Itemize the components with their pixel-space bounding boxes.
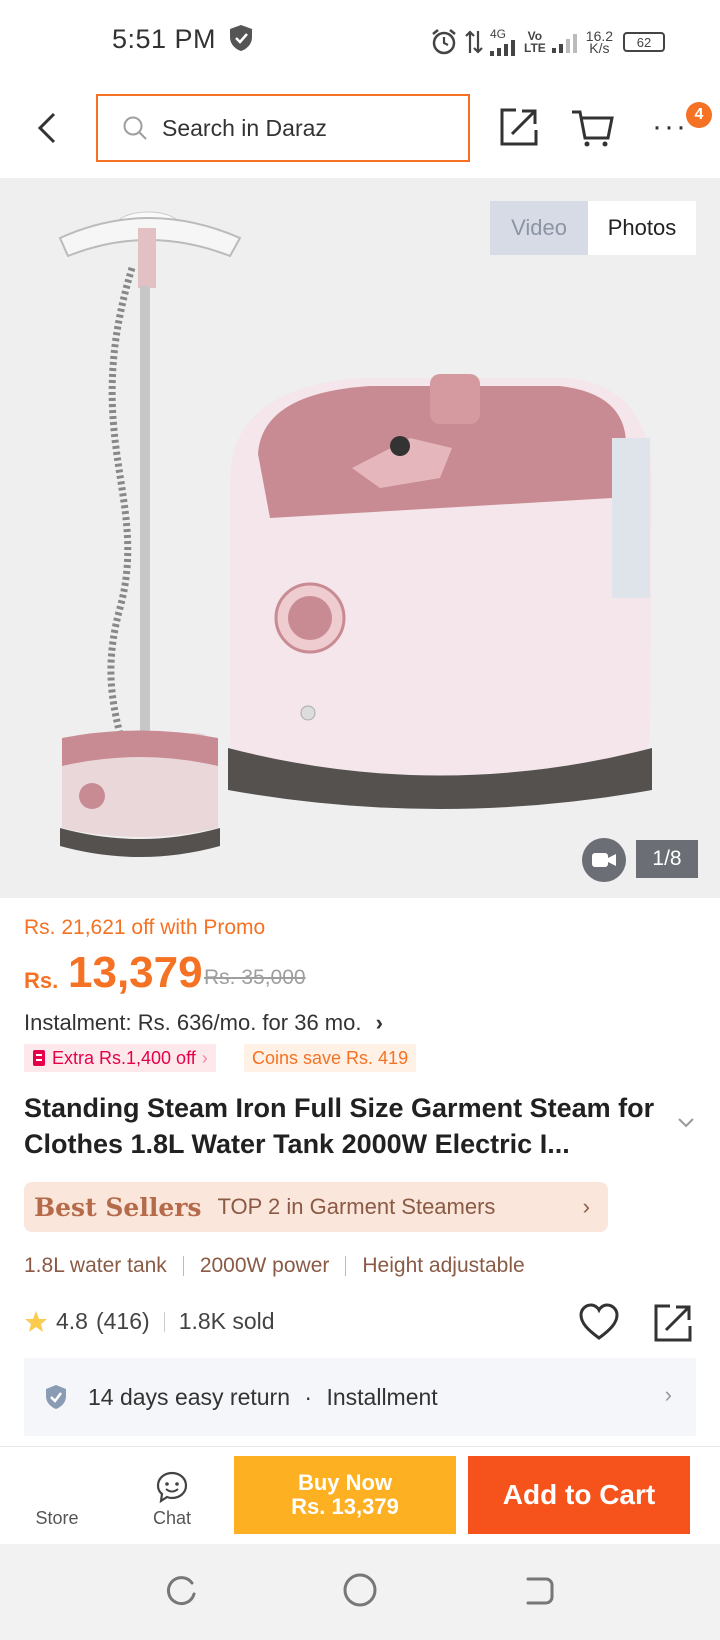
buy-now-price: Rs. 13,379 — [291, 1494, 399, 1519]
tab-photos[interactable]: Photos — [588, 201, 696, 255]
chat-icon — [156, 1471, 188, 1504]
search-box[interactable]: Search in Daraz — [96, 94, 470, 162]
image-counter: 1/8 — [636, 840, 698, 878]
video-camera-icon — [592, 853, 616, 867]
current-price: 13,379 — [68, 948, 203, 997]
buy-now-button[interactable]: Buy Now Rs. 13,379 — [234, 1456, 456, 1534]
network-speed: 16.2 K/s — [586, 29, 613, 56]
store-button[interactable]: Store — [24, 1508, 90, 1529]
back-arrow-icon[interactable] — [30, 110, 66, 146]
returns-text: 14 days easy return — [88, 1383, 291, 1410]
extra-off-label: Extra Rs.1,400 off — [52, 1047, 196, 1068]
best-sellers-label: Best Sellers — [34, 1192, 202, 1222]
product-image[interactable] — [0, 178, 720, 898]
chevron-right-icon: › — [664, 1382, 672, 1407]
more-menu-icon[interactable]: ··· — [652, 110, 688, 144]
feature-tag: 2000W power — [199, 1254, 330, 1277]
feature-tag: Height adjustable — [362, 1254, 525, 1277]
video-play-button[interactable] — [582, 838, 626, 882]
status-icons: 4G Vo LTE 16.2 K/s 62 — [430, 22, 690, 62]
recent-apps-icon[interactable] — [164, 1574, 198, 1608]
star-icon — [25, 1310, 47, 1332]
sold-count: 1.8K sold — [178, 1308, 275, 1334]
chevron-down-icon[interactable] — [676, 1116, 696, 1130]
chevron-right-icon: › — [582, 1194, 590, 1219]
rating-value: 4.8 — [56, 1308, 88, 1334]
chevron-right-icon: › — [375, 1010, 383, 1035]
volte-indicator: Vo LTE — [524, 30, 546, 54]
search-icon — [123, 116, 147, 140]
home-icon[interactable] — [342, 1572, 378, 1608]
buy-now-label: Buy Now — [297, 1470, 393, 1495]
original-price: Rs. 35,000 — [204, 966, 306, 989]
signal-bars-icon — [490, 40, 515, 56]
promo-text: Rs. 21,621 off with Promo — [24, 916, 266, 939]
best-sellers-banner[interactable]: Best Sellers TOP 2 in Garment Steamers › — [24, 1182, 608, 1232]
status-time: 5:51 PM — [112, 24, 217, 54]
chat-label: Chat — [152, 1508, 192, 1528]
currency-label: Rs. — [24, 968, 59, 993]
chat-button[interactable]: Chat — [140, 1470, 204, 1529]
battery-icon: 62 — [623, 32, 666, 52]
search-placeholder: Search in Daraz — [162, 114, 327, 141]
shield-check-icon — [46, 1385, 66, 1409]
extra-off-chip[interactable]: Extra Rs.1,400 off › — [24, 1044, 216, 1072]
product-illustration — [0, 178, 720, 898]
installment-text: Installment — [326, 1383, 438, 1410]
heart-icon[interactable] — [578, 1302, 620, 1342]
divider — [345, 1256, 347, 1276]
media-toggle: Video Photos — [490, 201, 696, 255]
speed-unit: K/s — [589, 40, 610, 56]
volte-bottom: LTE — [524, 41, 546, 55]
product-title[interactable]: Standing Steam Iron Full Size Garment St… — [24, 1090, 674, 1162]
coins-label: Coins save Rs. 419 — [252, 1047, 409, 1068]
chevron-right-icon: › — [201, 1047, 208, 1068]
cart-icon[interactable] — [570, 106, 614, 148]
network-4g-label: 4G — [490, 27, 507, 41]
feature-tags: 1.8L water tank 2000W power Height adjus… — [24, 1254, 525, 1278]
share-icon[interactable] — [652, 1302, 694, 1344]
coins-chip[interactable]: Coins save Rs. 419 — [244, 1044, 417, 1072]
rating-row[interactable]: 4.8 (416) 1.8K sold — [24, 1308, 275, 1335]
divider — [163, 1311, 165, 1332]
voucher-icon — [33, 1050, 45, 1066]
battery-level: 62 — [636, 34, 652, 50]
data-arrows-icon — [465, 30, 483, 54]
review-count: (416) — [95, 1308, 150, 1334]
instalment-link[interactable]: Instalment: Rs. 636/mo. for 36 mo. › — [24, 1010, 383, 1036]
add-to-cart-button[interactable]: Add to Cart — [468, 1456, 690, 1534]
notification-badge: 4 — [686, 102, 712, 128]
service-text: 14 days easy return · Installment — [88, 1384, 438, 1411]
back-nav-icon[interactable] — [522, 1574, 556, 1608]
service-row[interactable]: 14 days easy return · Installment › — [24, 1358, 696, 1436]
signal-4g: 4G — [490, 28, 518, 56]
feature-tag: 1.8L water tank — [24, 1254, 167, 1277]
signal-bars-2-icon — [551, 34, 577, 53]
shield-icon — [230, 25, 252, 51]
alarm-icon — [432, 29, 456, 55]
share-icon[interactable] — [498, 106, 540, 148]
separator-dot: · — [304, 1383, 313, 1410]
divider — [182, 1256, 184, 1276]
tab-video[interactable]: Video — [490, 201, 588, 255]
instalment-text: Instalment: Rs. 636/mo. for 36 mo. — [24, 1010, 362, 1035]
best-sellers-rank: TOP 2 in Garment Steamers — [217, 1194, 496, 1219]
